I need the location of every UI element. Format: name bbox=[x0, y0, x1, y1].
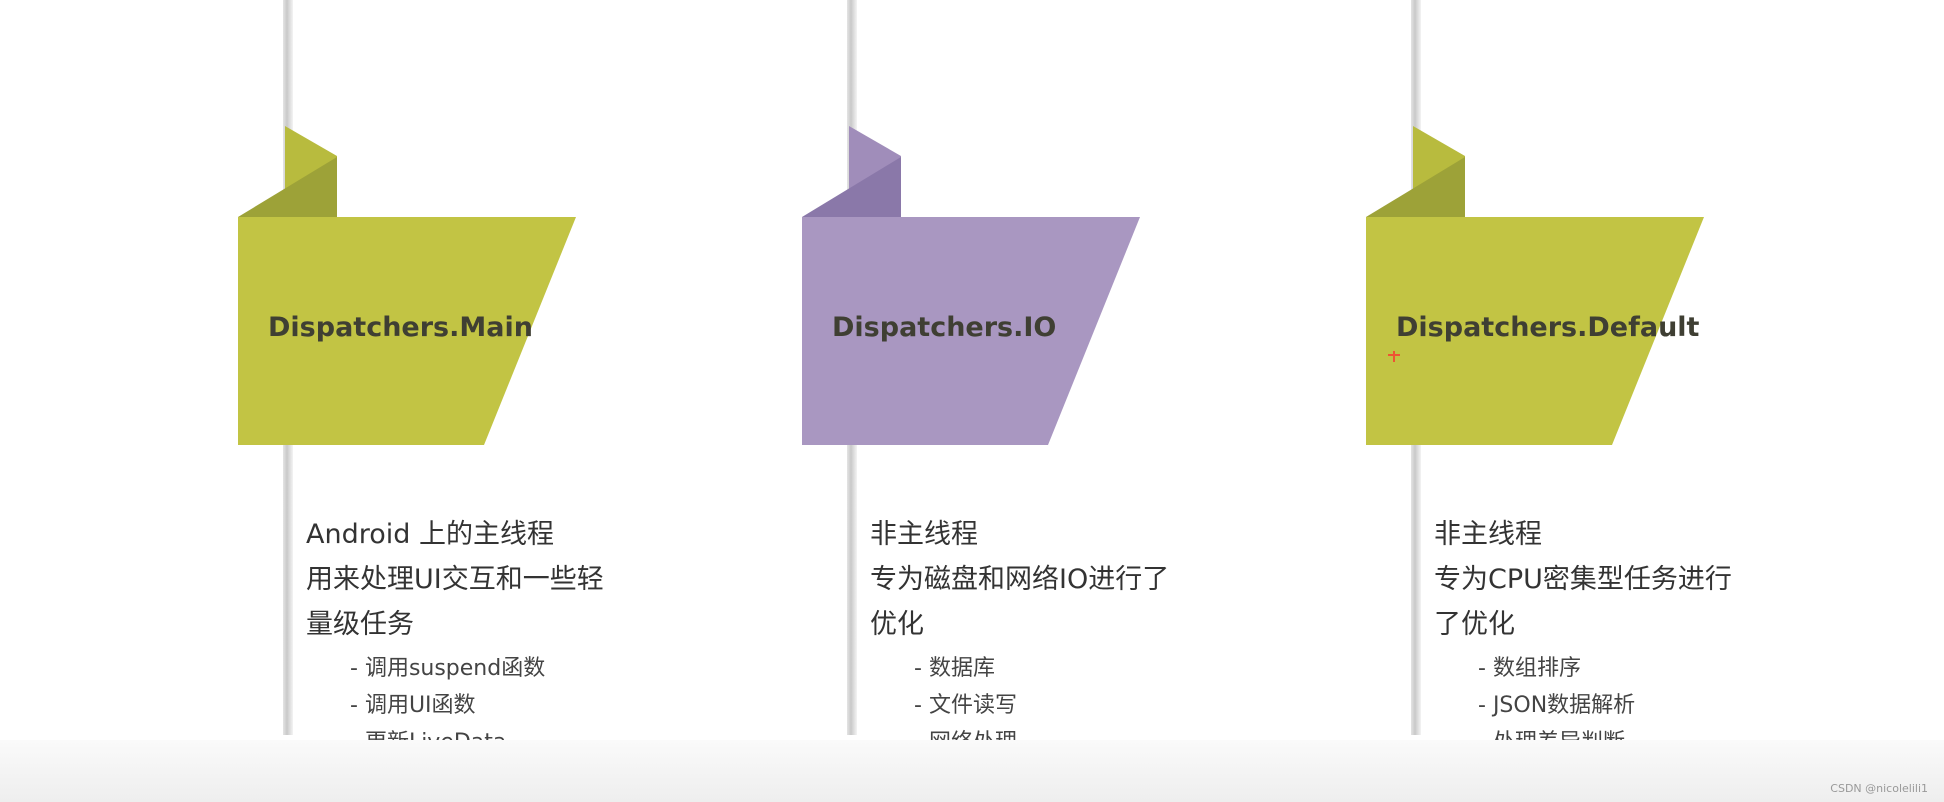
dispatcher-title: Dispatchers.Default bbox=[1396, 312, 1700, 343]
dispatcher-panel: Dispatchers.Default 非主线程专为CPU密集型任务进行了优化数… bbox=[1128, 0, 1732, 755]
dispatcher-panel: Dispatchers.IO 非主线程专为磁盘和网络IO进行了优化数据库文件读写… bbox=[564, 0, 1169, 755]
description-line: 专为CPU密集型任务进行 bbox=[1434, 564, 1732, 595]
list-item: 文件读写 bbox=[914, 687, 1017, 724]
description: 非主线程专为CPU密集型任务进行 了优化 bbox=[1434, 512, 1774, 647]
list-item: 调用UI函数 bbox=[350, 687, 545, 724]
list-item: 数据库 bbox=[914, 650, 1017, 687]
dispatcher-panel: Dispatchers.Main Android 上的主线程 用来处理UI交互和一… bbox=[0, 0, 604, 755]
watermark: CSDN @nicolelili1 bbox=[1830, 782, 1928, 795]
description-line: 非主线程 bbox=[1434, 519, 1542, 550]
footer-bar bbox=[0, 740, 1944, 802]
list-item: 数组排序 bbox=[1478, 650, 1635, 687]
list-item: JSON数据解析 bbox=[1478, 687, 1635, 724]
cursor-icon bbox=[1388, 351, 1400, 362]
flag-shape bbox=[1366, 126, 1704, 445]
dispatcher-title: Dispatchers.Main bbox=[268, 312, 533, 343]
dispatcher-title: Dispatchers.IO bbox=[832, 312, 1057, 343]
description-line: 了优化 bbox=[1434, 609, 1515, 640]
list-item: 调用suspend函数 bbox=[350, 650, 545, 687]
flag-shape bbox=[802, 126, 1140, 445]
flag-shape bbox=[238, 126, 576, 445]
